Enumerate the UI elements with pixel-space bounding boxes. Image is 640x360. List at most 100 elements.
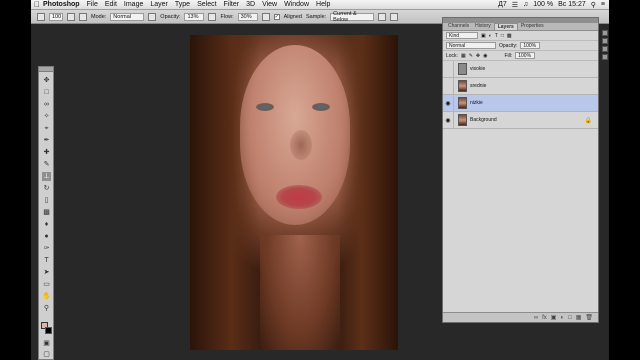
airbrush-icon[interactable] — [261, 12, 270, 21]
menu-image[interactable]: Image — [124, 1, 143, 8]
type-tool-icon[interactable]: T — [42, 256, 51, 265]
tab-history[interactable]: History — [472, 23, 494, 30]
filter-pixel-icon[interactable]: ▣ — [481, 33, 486, 39]
eye-icon[interactable]: ◉ — [443, 94, 454, 112]
layer-opacity-field[interactable]: 100% — [520, 42, 541, 49]
add-mask-icon[interactable]: ▣ — [551, 314, 557, 321]
menu-view[interactable]: View — [262, 1, 277, 8]
brush-size-field[interactable]: 100 — [49, 12, 63, 21]
layer-row-srednie[interactable]: srednie — [443, 77, 598, 95]
pen-tool-icon[interactable]: ✑ — [42, 244, 51, 253]
visibility-toggle[interactable] — [443, 77, 454, 95]
aligned-checkbox[interactable]: ✓ — [273, 13, 280, 20]
brush-panel-icon[interactable] — [67, 12, 75, 21]
clone-source-icon[interactable] — [79, 12, 87, 21]
dock-swatches-icon[interactable] — [602, 46, 608, 52]
adjustment-layer-icon[interactable]: ◐ — [560, 315, 564, 321]
lock-image-icon[interactable]: ✎ — [469, 53, 473, 59]
opacity-field[interactable]: 13% — [184, 12, 205, 21]
eyedropper-tool-icon[interactable]: ✒ — [42, 136, 51, 145]
pressure-size-icon[interactable] — [390, 12, 399, 21]
app-menu[interactable]: Photoshop — [43, 1, 80, 8]
dock-history-icon[interactable] — [602, 30, 608, 36]
gradient-tool-icon[interactable]: ▩ — [42, 208, 51, 217]
dodge-tool-icon[interactable]: ● — [42, 232, 51, 241]
layer-row-background[interactable]: ◉ Background 🔒 — [443, 111, 598, 129]
tab-layers[interactable]: Layers — [493, 23, 518, 30]
eraser-tool-icon[interactable]: ▯ — [42, 196, 51, 205]
quick-mask-icon[interactable]: ▣ — [42, 339, 51, 348]
ignore-adjustment-layers-icon[interactable] — [378, 12, 387, 21]
quick-select-tool-icon[interactable]: ✧ — [42, 112, 51, 121]
menu-edit[interactable]: Edit — [105, 1, 117, 8]
layer-name[interactable]: nizkie — [470, 100, 598, 106]
flow-field[interactable]: 30% — [237, 12, 258, 21]
menu-file[interactable]: File — [87, 1, 98, 8]
wifi-icon[interactable]: ☰ — [512, 1, 518, 9]
volume-icon[interactable]: ♫ — [523, 1, 528, 8]
link-layers-icon[interactable]: ∞ — [534, 315, 538, 321]
tab-channels[interactable]: Channels — [445, 23, 472, 30]
trash-icon[interactable]: 🗑 — [585, 314, 593, 321]
lasso-tool-icon[interactable]: ∞ — [42, 100, 51, 109]
filter-shape-icon[interactable]: □ — [501, 33, 504, 39]
filter-smart-object-icon[interactable]: ▩ — [507, 33, 512, 39]
layer-fill-field[interactable]: 100% — [515, 52, 536, 59]
clock[interactable]: Вс 15:27 — [558, 1, 586, 8]
lock-all-icon[interactable]: ◉ — [483, 53, 487, 59]
apple-icon[interactable]:  — [31, 0, 43, 9]
shape-tool-icon[interactable]: ▭ — [42, 280, 51, 289]
layer-name[interactable]: Background — [470, 117, 585, 123]
menu-layer[interactable]: Layer — [150, 1, 168, 8]
path-selection-tool-icon[interactable]: ➤ — [42, 268, 51, 277]
battery-level[interactable]: 100 % — [533, 1, 553, 8]
move-tool-icon[interactable]: ✥ — [42, 76, 51, 85]
sample-select[interactable]: Current & Below — [330, 11, 375, 23]
lock-position-icon[interactable]: ✥ — [476, 53, 480, 59]
opacity-pressure-icon[interactable] — [148, 12, 157, 21]
clone-stamp-tool-icon[interactable] — [37, 12, 45, 21]
hand-tool-icon[interactable]: ✋ — [42, 292, 51, 301]
menu-type[interactable]: Type — [175, 1, 190, 8]
dock-adjustments-icon[interactable] — [602, 54, 608, 60]
menu-select[interactable]: Select — [197, 1, 216, 8]
document-canvas[interactable] — [190, 35, 398, 350]
photo-hair-right — [338, 35, 398, 350]
menu-help[interactable]: Help — [316, 1, 330, 8]
blur-tool-icon[interactable]: ♦ — [42, 220, 51, 229]
lock-transparent-icon[interactable]: ▦ — [461, 53, 466, 59]
brush-tool-icon[interactable]: ✎ — [42, 160, 51, 169]
healing-brush-tool-icon[interactable]: ✚ — [42, 148, 51, 157]
eye-icon[interactable]: ◉ — [443, 111, 454, 129]
menu-window[interactable]: Window — [284, 1, 309, 8]
tools-panel-handle[interactable] — [39, 67, 53, 72]
marquee-tool-icon[interactable]: □ — [42, 88, 51, 97]
background-color-swatch[interactable] — [45, 327, 52, 334]
crop-tool-icon[interactable]: ⌖ — [42, 124, 51, 133]
history-brush-tool-icon[interactable]: ↻ — [42, 184, 51, 193]
tab-properties[interactable]: Properties — [518, 23, 547, 30]
layer-name[interactable]: srednie — [470, 83, 598, 89]
zoom-tool-icon[interactable]: ⚲ — [42, 304, 51, 313]
visibility-toggle[interactable] — [443, 60, 454, 78]
screen-mode-icon[interactable]: ▢ — [42, 350, 51, 359]
spotlight-icon[interactable]: ⚲ — [591, 1, 596, 9]
blend-mode-select[interactable]: Normal — [446, 42, 496, 49]
layer-row-visokie[interactable]: visokie — [443, 60, 598, 78]
notifications-icon[interactable]: ≡ — [601, 1, 605, 8]
menu-3d[interactable]: 3D — [246, 1, 255, 8]
new-layer-icon[interactable]: ▦ — [576, 314, 582, 321]
filter-adjustment-icon[interactable]: ◐ — [489, 33, 492, 39]
clone-stamp-tool-icon[interactable]: ⊥ — [42, 172, 51, 181]
kind-filter-select[interactable]: Kind — [446, 32, 478, 39]
filter-type-icon[interactable]: T — [495, 33, 498, 39]
menu-filter[interactable]: Filter — [224, 1, 240, 8]
layer-row-nizkie[interactable]: ◉ nizkie — [443, 94, 598, 112]
keyboard-layout[interactable]: Д7 — [498, 1, 507, 8]
dock-properties-icon[interactable] — [602, 38, 608, 44]
mode-select[interactable]: Normal — [110, 12, 145, 21]
new-group-icon[interactable]: □ — [568, 315, 572, 321]
layer-name[interactable]: visokie — [470, 66, 598, 72]
pressure-opacity-icon[interactable] — [208, 12, 217, 21]
fx-icon[interactable]: fx — [542, 315, 547, 321]
